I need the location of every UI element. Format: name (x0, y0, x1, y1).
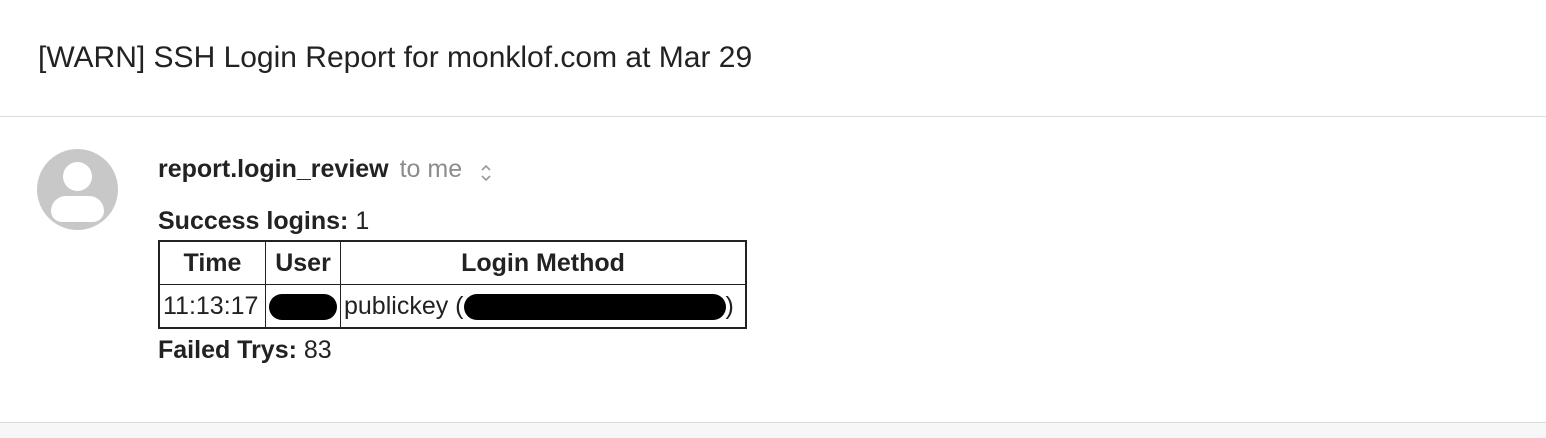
logins-table: Time User Login Method 11:13:17 publicke… (158, 240, 747, 329)
column-header-login-method: Login Method (340, 240, 747, 285)
failed-trys-line: Failed Trys: 83 (158, 336, 332, 365)
failed-trys-count: 83 (303, 336, 332, 364)
sender-line: report.login_review to me (158, 154, 491, 184)
column-header-time: Time (158, 240, 266, 285)
cell-user (265, 284, 341, 329)
email-subject: [WARN] SSH Login Report for monklof.com … (38, 41, 753, 74)
success-logins-label: Success logins: (158, 207, 349, 235)
success-logins-line: Success logins: 1 (158, 207, 369, 236)
login-method-text: publickey ( (344, 291, 464, 320)
cell-time: 11:13:17 (158, 284, 266, 329)
column-header-user: User (265, 240, 341, 285)
expand-collapse-icon[interactable] (481, 159, 491, 182)
avatar-head (63, 162, 92, 191)
redacted-user-mark (269, 293, 337, 320)
failed-trys-label: Failed Trys: (158, 336, 297, 364)
cell-login-method: publickey () (340, 284, 747, 329)
email-view: [WARN] SSH Login Report for monklof.com … (0, 0, 1546, 438)
ip-address-link[interactable] (463, 292, 726, 320)
table-row: 11:13:17 publickey () (158, 284, 747, 329)
avatar-shoulders (51, 196, 104, 222)
recipient-label: to me (399, 155, 463, 183)
table-header-row: Time User Login Method (158, 240, 747, 285)
login-method-close: ) (725, 291, 734, 320)
redacted-ip-mark (463, 293, 726, 320)
sender-name[interactable]: report.login_review (158, 155, 389, 183)
sender-avatar-icon[interactable] (37, 149, 118, 230)
subject-header: [WARN] SSH Login Report for monklof.com … (0, 0, 1546, 117)
bottom-divider (0, 422, 1546, 438)
success-logins-count: 1 (355, 207, 370, 235)
